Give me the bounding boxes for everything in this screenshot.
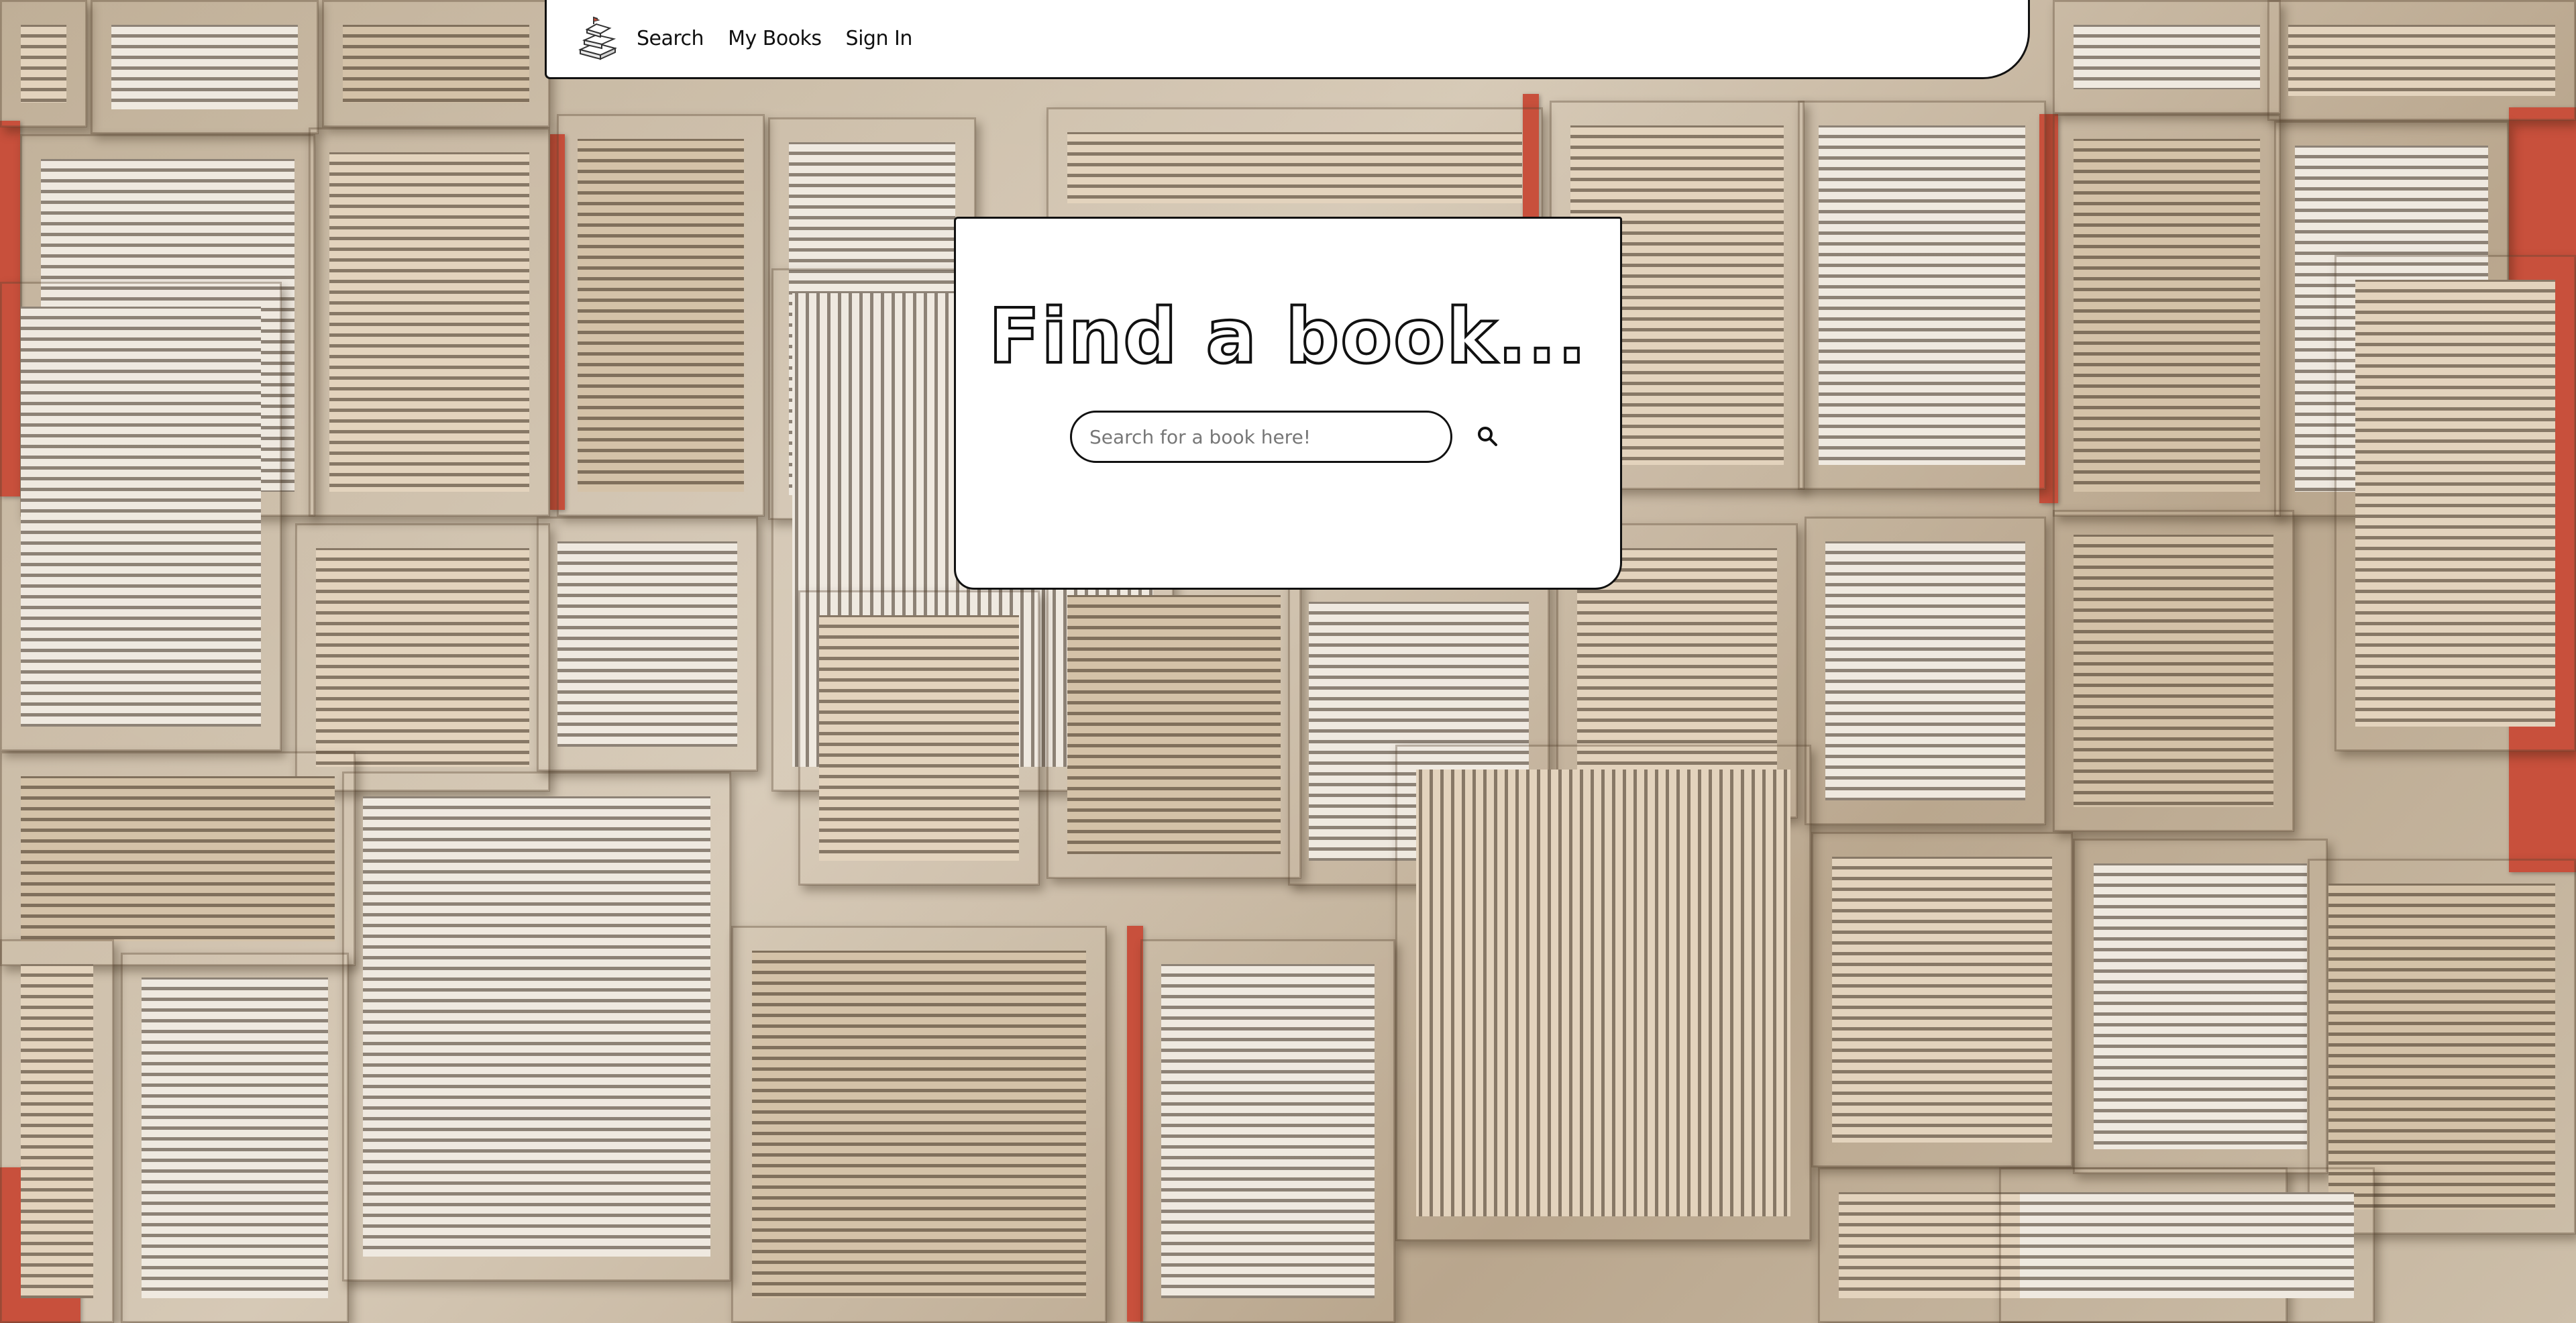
search-button[interactable]	[1467, 417, 1507, 457]
nav-link-sign-in[interactable]: Sign In	[846, 27, 913, 50]
search-form	[1070, 411, 1507, 463]
top-navbar: Search My Books Sign In	[545, 0, 2030, 79]
nav-link-my-books[interactable]: My Books	[728, 27, 822, 50]
search-card: Find a book...	[954, 217, 1622, 590]
books-logo-icon[interactable]	[574, 15, 622, 63]
search-input[interactable]	[1070, 411, 1452, 463]
page-title: Find a book...	[987, 293, 1588, 380]
book-background-image	[0, 0, 2576, 1323]
search-icon	[1476, 425, 1499, 449]
nav-link-search[interactable]: Search	[637, 27, 704, 50]
